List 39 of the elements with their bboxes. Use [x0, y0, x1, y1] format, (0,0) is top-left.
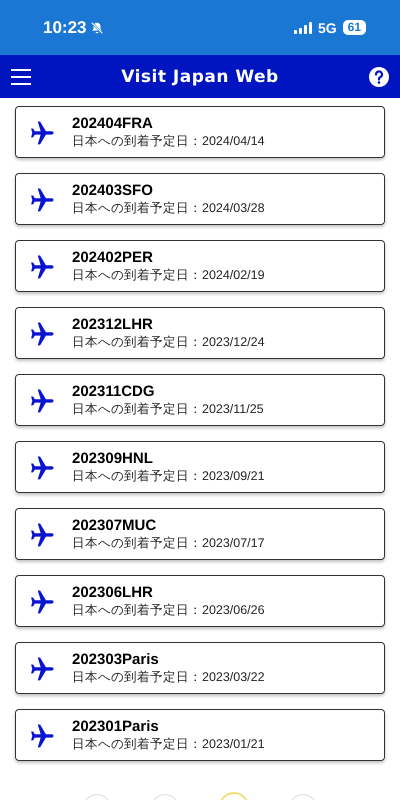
arrival-date: 日本への到着予定日：2023/09/21: [72, 468, 265, 484]
app-title: Visit Japan Web: [121, 66, 279, 86]
trip-card[interactable]: 202402PER 日本への到着予定日：2024/02/19: [15, 240, 385, 292]
trip-name: 202307MUC: [72, 516, 158, 534]
menu-icon: [11, 68, 31, 84]
trip-card[interactable]: 202403SFO 日本への到着予定日：2024/03/28: [15, 173, 385, 225]
trip-name: 202311CDG: [72, 382, 156, 400]
arrival-date: 日本への到着予定日：2023/12/24: [72, 334, 265, 350]
trip-card[interactable]: 202301Paris 日本への到着予定日：2023/01/21: [15, 709, 385, 761]
arrival-date: 日本への到着予定日：2024/04/14: [72, 132, 265, 150]
trip-name: 202303Paris: [72, 650, 160, 668]
arrival-date: 日本への到着予定日：2023/11/25: [72, 400, 264, 418]
arrival-date: 日本への到着予定日：2023/07/17: [72, 534, 265, 552]
help-button[interactable]: [368, 66, 389, 86]
trip-name: 202402PER: [72, 248, 154, 266]
trip-card[interactable]: 202311CDG 日本への到着予定日：2023/11/25: [15, 374, 385, 426]
arrival-date: 日本への到着予定日：2023/01/21: [72, 736, 265, 752]
trip-card[interactable]: 202404FRA 日本への到着予定日：2024/04/14: [15, 106, 385, 158]
trip-name: 202301Paris: [72, 718, 160, 734]
trip-name: 202312LHR: [72, 316, 154, 332]
network-label: 5G: [318, 20, 337, 36]
arrival-date: 日本への到着予定日：2023/06/26: [72, 602, 265, 618]
trip-card[interactable]: 202303Paris 日本への到着予定日：2023/03/22: [15, 642, 385, 694]
status-time: 10:23: [43, 18, 86, 38]
battery-indicator: 61: [342, 20, 366, 35]
trip-card[interactable]: 202307MUC 日本への到着予定日：2023/07/17: [15, 508, 385, 560]
arrival-date: 日本への到着予定日：2023/03/22: [72, 668, 265, 686]
trip-name: 202404FRA: [72, 114, 154, 132]
arrival-date: 日本への到着予定日：2024/03/28: [72, 200, 265, 216]
trip-card[interactable]: 202309HNL 日本への到着予定日：2023/09/21: [15, 441, 385, 493]
trip-name: 202306LHR: [72, 584, 154, 600]
trip-name: 202403SFO: [72, 182, 154, 198]
help-icon: [368, 66, 389, 86]
arrival-date: 日本への到着予定日：2024/02/19: [72, 266, 265, 284]
trip-card[interactable]: 202312LHR 日本への到着予定日：2023/12/24: [15, 307, 385, 359]
trip-card[interactable]: 202306LHR 日本への到着予定日：2023/06/26: [15, 575, 385, 627]
signal-icon: [294, 22, 312, 34]
menu-button[interactable]: [11, 68, 31, 84]
trip-name: 202309HNL: [72, 450, 154, 466]
